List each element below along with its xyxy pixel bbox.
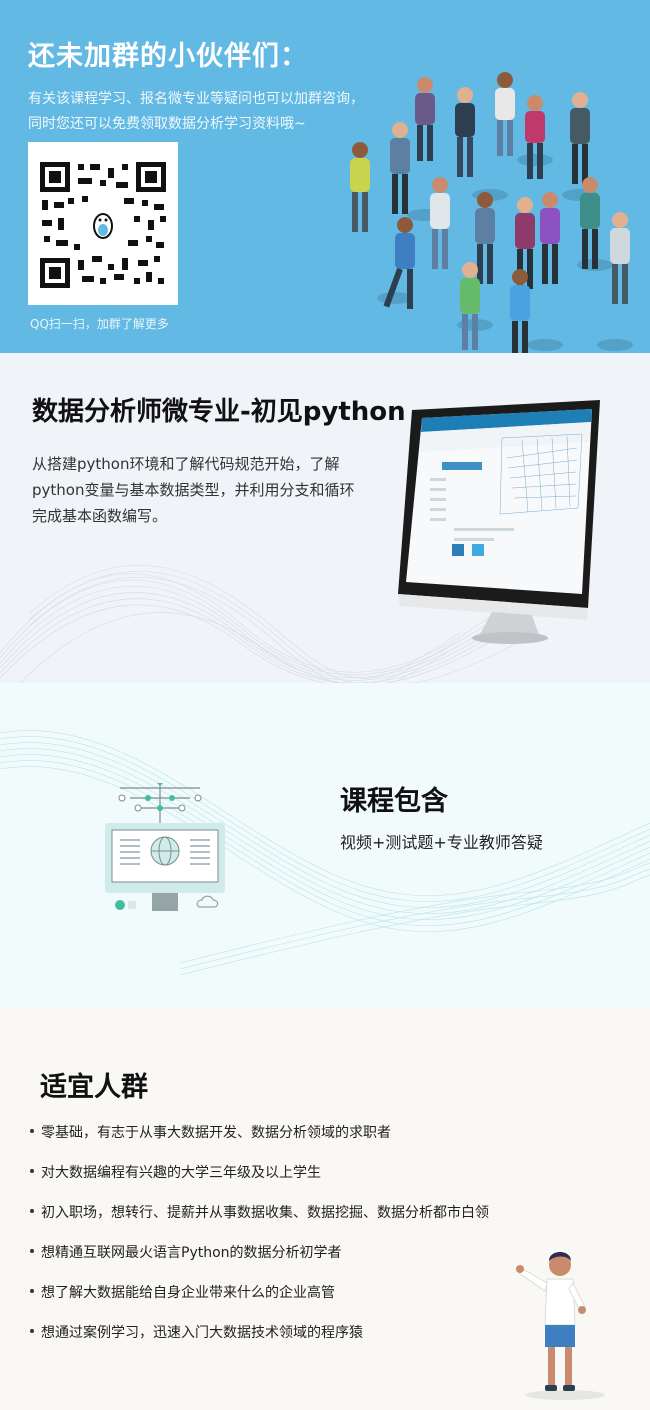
bullet-icon	[30, 1329, 34, 1333]
monitor-illustration	[398, 400, 600, 644]
list-item: 想通过案例学习，迅速入门大数据技术领域的程序猿	[30, 1322, 489, 1362]
network-computer-icon	[105, 783, 225, 911]
audience-section: 适宜人群 零基础，有志于从事大数据开发、数据分析领域的求职者 对大数据编程有兴趣…	[0, 1007, 650, 1410]
list-item: 初入职场，想转行、提薪并从事数据收集、数据挖掘、数据分析都市白领	[30, 1202, 489, 1242]
course-includes-section: 课程包含 视频+测试题+专业教师答疑	[0, 683, 650, 1007]
qr-caption: QQ扫一扫，加群了解更多	[30, 317, 169, 331]
list-item: 对大数据编程有兴趣的大学三年级及以上学生	[30, 1162, 489, 1202]
qr-code[interactable]	[28, 142, 178, 305]
wave-decoration-teal	[0, 730, 650, 976]
course-intro-section: 数据分析师微专业-初见python 从搭建python环境和了解代码规范开始，了…	[0, 353, 650, 683]
list-item: 想了解大数据能给自身企业带来什么的企业高管	[30, 1282, 489, 1322]
group-banner: 还未加群的小伙伴们： 有关该课程学习、报名微专业等疑问也可以加群咨询， 同时您还…	[0, 0, 650, 353]
bullet-icon	[30, 1249, 34, 1253]
qr-code-image	[38, 160, 168, 290]
person-illustration	[516, 1252, 605, 1400]
people-crowd-illustration	[350, 72, 633, 353]
list-item: 想精通互联网最火语言Python的数据分析初学者	[30, 1242, 489, 1282]
audience-title: 适宜人群	[40, 1072, 148, 1103]
list-item: 零基础，有志于从事大数据开发、数据分析领域的求职者	[30, 1122, 489, 1162]
bullet-icon	[30, 1289, 34, 1293]
includes-title: 课程包含	[340, 786, 448, 817]
includes-items: 视频+测试题+专业教师答疑	[340, 833, 543, 852]
audience-list: 零基础，有志于从事大数据开发、数据分析领域的求职者 对大数据编程有兴趣的大学三年…	[30, 1122, 489, 1362]
bullet-icon	[30, 1129, 34, 1133]
bullet-icon	[30, 1209, 34, 1213]
bullet-icon	[30, 1169, 34, 1173]
course-description: 从搭建python环境和了解代码规范开始，了解 python变量与基本数据类型，…	[32, 455, 355, 525]
group-description: 有关该课程学习、报名微专业等疑问也可以加群咨询， 同时您还可以免费领取数据分析学…	[28, 91, 364, 132]
course-title: 数据分析师微专业-初见python	[32, 397, 406, 427]
group-title: 还未加群的小伙伴们：	[28, 41, 308, 72]
